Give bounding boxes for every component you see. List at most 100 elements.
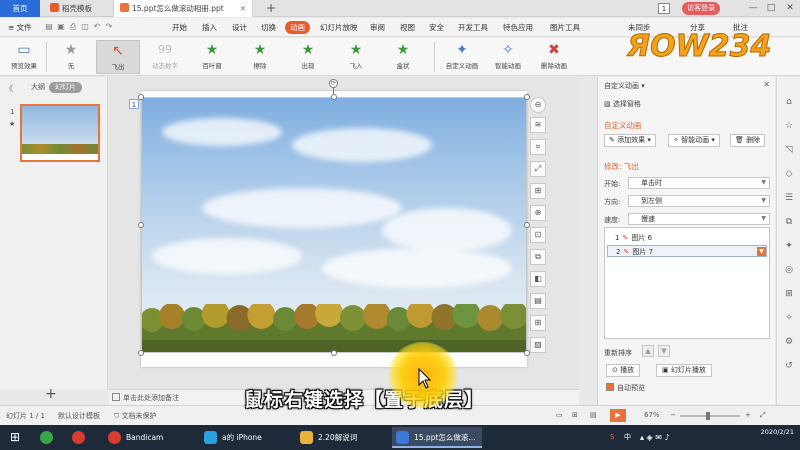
taskbar-app-iphone[interactable]: a的 iPhone: [200, 427, 268, 448]
minimize-button[interactable]: —: [744, 0, 762, 17]
rotate-handle[interactable]: ⟳: [329, 79, 338, 88]
notes-placeholder[interactable]: 单击此处添加备注: [123, 393, 179, 403]
menu-start[interactable]: 开始: [172, 21, 187, 34]
auto-preview-checkbox[interactable]: 自动预览: [606, 383, 645, 393]
tab-home[interactable]: 首页: [0, 0, 40, 17]
zoom-slider-knob[interactable]: [706, 412, 710, 420]
layers-icon[interactable]: ⧉: [782, 215, 796, 229]
layer-icon[interactable]: ≋: [530, 117, 546, 133]
collapse-toolbar-icon[interactable]: ⊖: [530, 97, 546, 113]
effect-blinds[interactable]: ★ 百叶窗: [190, 40, 234, 74]
preview-icon[interactable]: ◫: [80, 22, 90, 32]
effect-fly-in[interactable]: ★ 飞入: [334, 40, 378, 74]
tab-document[interactable]: 15.ppt怎么做滚动相册.ppt ✕: [113, 0, 253, 17]
menu-design[interactable]: 设计: [232, 21, 247, 34]
maximize-button[interactable]: □: [762, 0, 780, 17]
menu-picture-tools[interactable]: 图片工具: [550, 21, 580, 34]
effect-box[interactable]: ★ 盒状: [381, 40, 425, 74]
sliders-icon[interactable]: ☰: [782, 191, 796, 205]
copy-icon[interactable]: ⧉: [530, 249, 546, 265]
text-wrap-icon[interactable]: ▤: [530, 293, 546, 309]
delete-button[interactable]: 🗑 删除: [730, 134, 766, 147]
slideshow-button[interactable]: ▣ 幻灯片播放: [656, 364, 712, 377]
menu-transition[interactable]: 切换: [261, 21, 276, 34]
close-tab-icon[interactable]: ✕: [240, 0, 246, 17]
house-icon[interactable]: ⌂: [782, 95, 796, 109]
effect-fly-out[interactable]: ↖ 飞出: [96, 40, 140, 74]
resize-handle[interactable]: [331, 350, 337, 356]
effect-appear[interactable]: ★ 出现: [286, 40, 330, 74]
settings-icon[interactable]: ⚙: [782, 335, 796, 349]
delete-animation-button[interactable]: ✖ 删除动画: [532, 40, 576, 74]
zoom-in-icon[interactable]: ⊕: [530, 205, 546, 221]
clock[interactable]: 2020/2/21: [761, 428, 794, 437]
save-icon[interactable]: ▣: [56, 22, 66, 32]
speed-select[interactable]: 慢速 ▼: [628, 213, 770, 225]
tab-slides[interactable]: 幻灯片: [49, 82, 82, 93]
preview-effect-button[interactable]: ▭ 预览效果: [2, 40, 46, 74]
menu-insert[interactable]: 插入: [202, 21, 217, 34]
target-icon[interactable]: ◎: [782, 263, 796, 277]
view-reading-icon[interactable]: ▤: [590, 411, 597, 419]
taskbar-app-bandicam[interactable]: Bandicam: [104, 427, 169, 448]
crop-icon[interactable]: ⌗: [530, 139, 546, 155]
close-window-button[interactable]: ✕: [781, 0, 799, 17]
ime-mode[interactable]: 中: [624, 427, 631, 448]
undo-icon[interactable]: ↶: [92, 22, 102, 32]
menu-security[interactable]: 安全: [429, 21, 444, 34]
fit-window-icon[interactable]: ⤢: [760, 411, 766, 420]
smart-animation-button[interactable]: ✧ 智能动画: [486, 40, 530, 74]
menu-view[interactable]: 视图: [400, 21, 415, 34]
close-pane-icon[interactable]: ✕: [763, 80, 770, 89]
selection-pane-link[interactable]: ▧ 选择窗格: [604, 99, 641, 109]
menu-slideshow[interactable]: 幻灯片放映: [320, 21, 358, 34]
add-slide-button[interactable]: +: [45, 386, 57, 402]
print-icon[interactable]: ⎙: [68, 22, 78, 32]
resize-handle[interactable]: [138, 94, 144, 100]
animation-item[interactable]: 2 ✎ 图片 7 ▼: [607, 245, 767, 257]
star-icon[interactable]: ☆: [782, 119, 796, 133]
smart-animation-dropdown[interactable]: ✧ 智能动画 ▾: [668, 134, 720, 147]
grid-icon[interactable]: ⊞: [782, 287, 796, 301]
move-up-icon[interactable]: ▲: [642, 345, 654, 357]
slideshow-play-button[interactable]: ▶: [610, 409, 626, 422]
slide[interactable]: ⟳: [138, 79, 530, 367]
play-button[interactable]: ⊙ 播放: [606, 364, 641, 377]
app-record-icon[interactable]: [68, 427, 90, 448]
resize-handle[interactable]: [138, 222, 144, 228]
taskbar-app-wps[interactable]: 15.ppt怎么做滚...: [392, 427, 482, 448]
color-icon[interactable]: ◧: [530, 271, 546, 287]
frame-icon[interactable]: ⊡: [530, 227, 546, 243]
direction-select[interactable]: 到左侧 ▼: [628, 195, 770, 207]
add-effect-button[interactable]: ✎ 添加效果 ▾: [604, 134, 656, 147]
arrange-icon[interactable]: ⊞: [530, 315, 546, 331]
item-dropdown-icon[interactable]: ▼: [757, 247, 766, 256]
document-protection[interactable]: ⛉ 文档未保护: [114, 411, 156, 421]
grid-icon[interactable]: ⊞: [530, 183, 546, 199]
guest-login-button[interactable]: 访客登录: [682, 2, 720, 15]
resize-icon[interactable]: ⤢: [530, 161, 546, 177]
slide-thumbnail[interactable]: [20, 104, 100, 162]
zoom-level[interactable]: 67%: [644, 411, 660, 419]
magic-icon[interactable]: ✦: [782, 239, 796, 253]
shape-icon[interactable]: ◇: [782, 167, 796, 181]
pane-title[interactable]: 自定义动画 ▾: [604, 81, 645, 91]
resize-handle[interactable]: [138, 350, 144, 356]
menu-file[interactable]: ≡ 文件: [8, 21, 32, 34]
landscape-picture[interactable]: [141, 97, 527, 353]
view-sorter-icon[interactable]: ⊞: [572, 411, 578, 419]
select-icon[interactable]: ◹: [782, 143, 796, 157]
custom-animation-button[interactable]: ✦ 自定义动画: [440, 40, 484, 74]
window-count-badge[interactable]: 1: [658, 3, 670, 14]
template-name[interactable]: 默认设计模板: [58, 411, 100, 421]
menu-developer[interactable]: 开发工具: [458, 21, 488, 34]
effect-none[interactable]: ★ 无: [49, 40, 93, 74]
tab-template[interactable]: 稻壳模板: [44, 0, 110, 17]
zoom-in-icon[interactable]: +: [745, 411, 751, 419]
folder-icon[interactable]: ▤: [44, 22, 54, 32]
app-green-icon[interactable]: [36, 427, 58, 448]
tab-outline[interactable]: 大纲: [27, 82, 49, 93]
view-normal-icon[interactable]: ▭: [556, 411, 563, 419]
taskbar-app-script[interactable]: 2.20解说词: [296, 427, 363, 448]
new-tab-button[interactable]: +: [266, 0, 276, 17]
